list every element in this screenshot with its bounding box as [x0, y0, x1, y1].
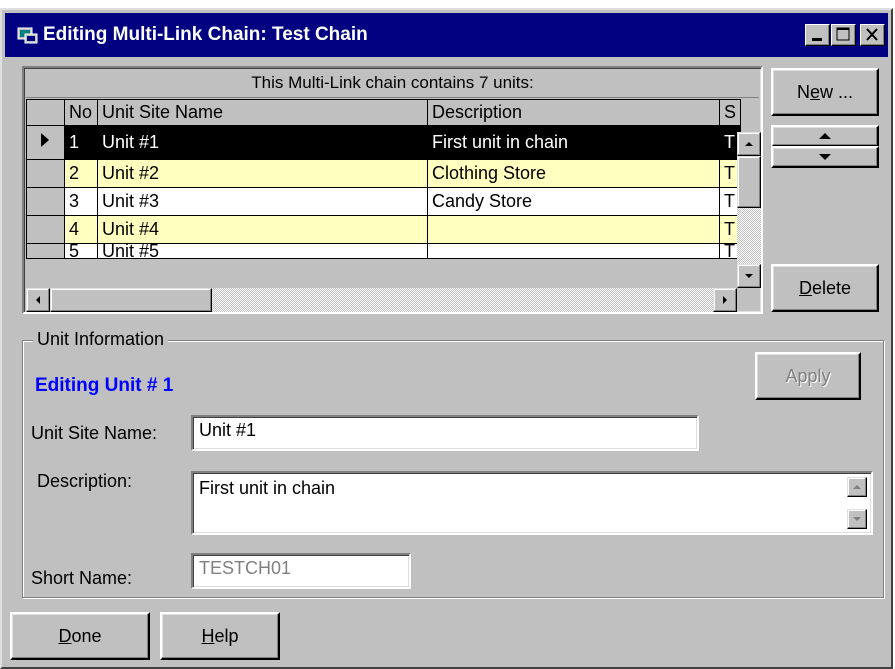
- delete-button[interactable]: Delete: [771, 264, 879, 312]
- done-button-label-b: one: [71, 626, 102, 646]
- close-icon: [866, 28, 878, 41]
- description-label: Description:: [37, 471, 133, 491]
- row-selector[interactable]: [26, 187, 65, 216]
- cell-description[interactable]: First unit in chain: [427, 125, 720, 160]
- scroll-right-arrow-icon: [723, 296, 727, 304]
- group-label: Unit Information: [33, 329, 169, 350]
- scroll-left-button[interactable]: [26, 288, 50, 312]
- horizontal-scrollbar[interactable]: [26, 288, 737, 312]
- dialog-window: Editing Multi-Link Chain: Test Chain Thi…: [0, 8, 893, 669]
- apply-button[interactable]: Apply: [755, 352, 861, 400]
- table-row[interactable]: 3 Unit #3 Candy Store T: [26, 187, 742, 216]
- cell-name[interactable]: Unit #4: [97, 215, 428, 244]
- app-icon: [17, 27, 38, 44]
- done-button-label-a: D: [58, 626, 72, 646]
- editing-unit-heading: Editing Unit # 1: [35, 375, 174, 396]
- table-header-row: No Unit Site Name Description S: [26, 99, 742, 126]
- description-scroll-up-icon: [853, 485, 861, 489]
- row-selector[interactable]: [26, 159, 65, 188]
- scroll-down-button[interactable]: [737, 264, 761, 288]
- unit-site-name-label: Unit Site Name:: [31, 423, 158, 443]
- scroll-up-arrow-icon: [745, 142, 753, 146]
- scroll-up-button[interactable]: [737, 132, 761, 156]
- cell-description[interactable]: [427, 243, 720, 259]
- grid-caption: This Multi-Link chain contains 7 units:: [26, 70, 759, 98]
- help-button-label-b: elp: [214, 626, 239, 646]
- corner-cell: [26, 99, 65, 126]
- table-row[interactable]: 2 Unit #2 Clothing Store T: [26, 159, 742, 188]
- cell-no[interactable]: 4: [64, 215, 98, 244]
- vertical-scroll-thumb[interactable]: [737, 156, 761, 208]
- cell-description[interactable]: Clothing Store: [427, 159, 720, 188]
- minimize-button[interactable]: [805, 24, 830, 46]
- new-button-label-c: w ...: [820, 82, 854, 102]
- help-button[interactable]: Help: [160, 612, 280, 660]
- scroll-right-button[interactable]: [713, 288, 737, 312]
- row-selector[interactable]: [26, 215, 65, 244]
- unit-site-name-input[interactable]: Unit #1: [191, 415, 699, 451]
- cell-no[interactable]: 5: [64, 243, 98, 259]
- vertical-scrollbar[interactable]: [737, 132, 761, 288]
- row-selector[interactable]: [26, 243, 65, 259]
- cell-no[interactable]: 2: [64, 159, 98, 188]
- scroll-left-arrow-icon: [36, 296, 40, 304]
- short-name-label: Short Name:: [31, 568, 133, 588]
- delete-button-label-b: elete: [811, 278, 852, 298]
- maximize-button[interactable]: [831, 24, 856, 46]
- description-textarea[interactable]: First unit in chain: [191, 471, 873, 535]
- column-header-description[interactable]: Description: [427, 99, 720, 126]
- close-button[interactable]: [860, 24, 885, 46]
- cell-description[interactable]: [427, 215, 720, 244]
- description-scroll-up-button[interactable]: [847, 477, 867, 497]
- table-row[interactable]: 1 Unit #1 First unit in chain T: [26, 125, 742, 160]
- new-button-label-a: N: [796, 82, 810, 102]
- units-grid[interactable]: This Multi-Link chain contains 7 units: …: [22, 66, 763, 314]
- new-button-label-b: e: [809, 82, 820, 102]
- apply-button-label: Apply: [785, 366, 831, 386]
- cell-description[interactable]: Candy Store: [427, 187, 720, 216]
- description-text: First unit in chain: [199, 478, 336, 498]
- help-button-label-a: H: [201, 626, 215, 646]
- cell-name[interactable]: Unit #3: [97, 187, 428, 216]
- move-down-button[interactable]: [771, 146, 879, 168]
- units-table[interactable]: No Unit Site Name Description S 1 Unit #…: [26, 99, 742, 259]
- maximize-icon: [836, 27, 850, 41]
- cell-name[interactable]: Unit #1: [97, 125, 428, 160]
- horizontal-scroll-thumb[interactable]: [50, 288, 212, 312]
- short-name-input[interactable]: TESTCH01: [191, 553, 411, 589]
- move-up-button[interactable]: [771, 125, 879, 147]
- new-button[interactable]: New ...: [771, 68, 879, 116]
- minimize-icon: [812, 38, 822, 41]
- cell-name[interactable]: Unit #2: [97, 159, 428, 188]
- window-title: Editing Multi-Link Chain: Test Chain: [43, 24, 368, 45]
- scroll-down-arrow-icon: [745, 274, 753, 278]
- description-scroll-down-button[interactable]: [847, 509, 867, 529]
- move-up-arrow-icon: [819, 133, 831, 139]
- column-header-unit-site-name[interactable]: Unit Site Name: [97, 99, 428, 126]
- current-row-arrow-icon: [41, 133, 49, 147]
- row-selector[interactable]: [26, 125, 65, 160]
- column-header-short[interactable]: S: [718, 99, 742, 126]
- move-down-arrow-icon: [819, 154, 831, 160]
- table-row[interactable]: 5 Unit #5 T: [26, 243, 742, 259]
- cell-no[interactable]: 1: [64, 125, 98, 160]
- done-button[interactable]: Done: [10, 612, 150, 660]
- description-scroll-down-icon: [853, 517, 861, 521]
- delete-button-label-a: D: [798, 278, 812, 298]
- cell-name[interactable]: Unit #5: [97, 243, 428, 259]
- cell-no[interactable]: 3: [64, 187, 98, 216]
- title-bar[interactable]: Editing Multi-Link Chain: Test Chain: [5, 13, 888, 57]
- unit-information-group: Unit Information Editing Unit # 1 Apply …: [22, 329, 884, 598]
- table-row[interactable]: 4 Unit #4 T: [26, 215, 742, 244]
- column-header-no[interactable]: No: [64, 99, 98, 126]
